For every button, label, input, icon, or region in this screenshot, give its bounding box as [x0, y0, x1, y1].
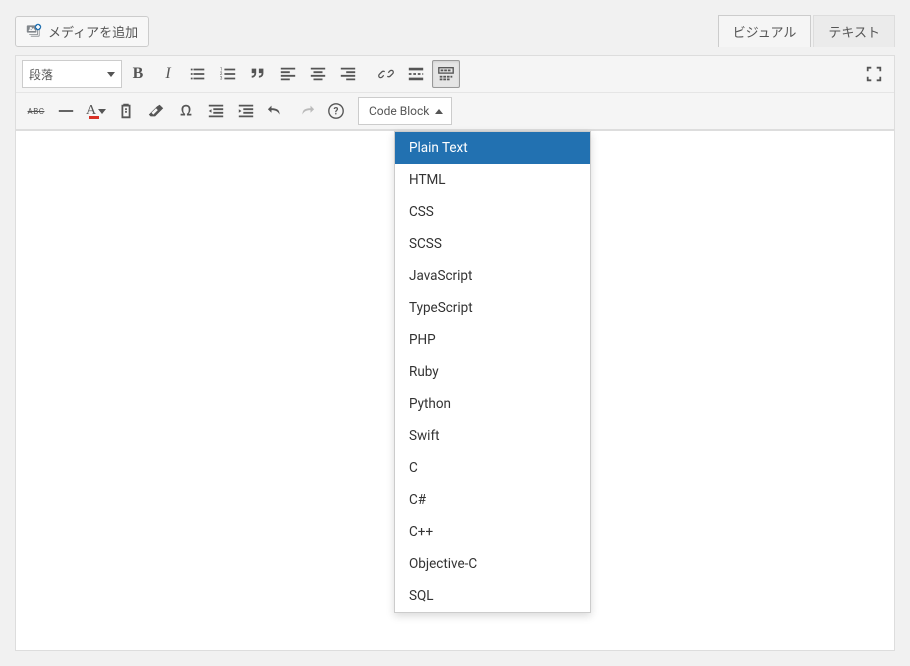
kitchen-sink-icon	[437, 65, 455, 83]
dropdown-item[interactable]: PHP	[395, 324, 590, 356]
tab-text[interactable]: テキスト	[813, 15, 895, 47]
align-right-button[interactable]	[334, 60, 362, 88]
svg-text:3: 3	[220, 75, 223, 81]
redo-button[interactable]	[292, 97, 320, 125]
help-button[interactable]: ?	[322, 97, 350, 125]
editor-tabs: ビジュアル テキスト	[718, 15, 895, 47]
dropdown-item[interactable]: Ruby	[395, 356, 590, 388]
code-block-dropdown-button[interactable]: Code Block	[358, 97, 452, 125]
dropdown-item[interactable]: JavaScript	[395, 260, 590, 292]
quote-icon	[249, 65, 267, 83]
indent-button[interactable]	[232, 97, 260, 125]
blockquote-button[interactable]	[244, 60, 272, 88]
ordered-list-button[interactable]: 123	[214, 60, 242, 88]
dropdown-item[interactable]: CSS	[395, 196, 590, 228]
horizontal-rule-button[interactable]	[52, 97, 80, 125]
italic-button[interactable]: I	[154, 60, 182, 88]
align-right-icon	[339, 65, 357, 83]
align-center-icon	[309, 65, 327, 83]
paragraph-format-select[interactable]: 段落	[22, 60, 122, 88]
indent-icon	[237, 102, 255, 120]
text-color-swatch	[89, 116, 99, 119]
align-left-button[interactable]	[274, 60, 302, 88]
add-media-button[interactable]: メディアを追加	[15, 16, 149, 47]
media-icon	[26, 23, 42, 39]
editor-toolbar: 段落 B I 123 ABC A	[15, 55, 895, 131]
dropdown-item[interactable]: C#	[395, 484, 590, 516]
undo-button[interactable]	[262, 97, 290, 125]
text-color-button[interactable]: A	[82, 97, 110, 125]
dropdown-item[interactable]: Plain Text	[395, 132, 590, 164]
fullscreen-button[interactable]	[860, 60, 888, 88]
fullscreen-icon	[865, 65, 883, 83]
strikethrough-button[interactable]: ABC	[22, 97, 50, 125]
code-block-dropdown-list[interactable]: Plain TextHTMLCSSSCSSJavaScriptTypeScrip…	[395, 132, 590, 612]
tab-visual[interactable]: ビジュアル	[718, 15, 812, 47]
dropdown-item[interactable]: Objective-C	[395, 548, 590, 580]
dropdown-item[interactable]: C++	[395, 516, 590, 548]
list-ol-icon: 123	[219, 65, 237, 83]
clear-formatting-button[interactable]	[142, 97, 170, 125]
chevron-up-icon	[435, 109, 443, 114]
omega-icon	[177, 102, 195, 120]
list-ul-icon	[189, 65, 207, 83]
align-left-icon	[279, 65, 297, 83]
chevron-down-icon	[98, 109, 106, 114]
dropdown-item[interactable]: C	[395, 452, 590, 484]
readmore-icon	[407, 65, 425, 83]
svg-text:?: ?	[334, 107, 339, 118]
bold-button[interactable]: B	[124, 60, 152, 88]
paste-text-button[interactable]	[112, 97, 140, 125]
dropdown-item[interactable]: SQL	[395, 580, 590, 612]
code-block-dropdown-menu: Plain TextHTMLCSSSCSSJavaScriptTypeScrip…	[394, 131, 591, 613]
link-button[interactable]	[372, 60, 400, 88]
outdent-button[interactable]	[202, 97, 230, 125]
align-center-button[interactable]	[304, 60, 332, 88]
outdent-icon	[207, 102, 225, 120]
dropdown-item[interactable]: Swift	[395, 420, 590, 452]
dropdown-item[interactable]: SCSS	[395, 228, 590, 260]
hr-icon	[57, 102, 75, 120]
dropdown-item[interactable]: TypeScript	[395, 292, 590, 324]
redo-icon	[297, 102, 315, 120]
eraser-icon	[147, 102, 165, 120]
read-more-button[interactable]	[402, 60, 430, 88]
dropdown-item[interactable]: Python	[395, 388, 590, 420]
add-media-label: メディアを追加	[48, 22, 138, 41]
toolbar-toggle-button[interactable]	[432, 60, 460, 88]
special-char-button[interactable]	[172, 97, 200, 125]
clipboard-icon	[117, 102, 135, 120]
undo-icon	[267, 102, 285, 120]
unordered-list-button[interactable]	[184, 60, 212, 88]
chevron-down-icon	[107, 72, 115, 77]
link-icon	[377, 65, 395, 83]
editor-content-area[interactable]: Plain TextHTMLCSSSCSSJavaScriptTypeScrip…	[15, 131, 895, 651]
dropdown-item[interactable]: HTML	[395, 164, 590, 196]
help-icon: ?	[327, 102, 345, 120]
